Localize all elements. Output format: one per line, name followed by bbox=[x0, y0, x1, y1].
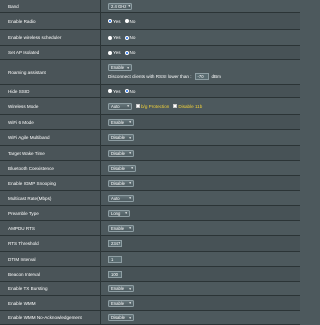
tx-bursting-label: Enable TX Bursting bbox=[0, 282, 101, 295]
row-beacon: Beacon Interval 100 bbox=[0, 267, 300, 282]
wifi6-mode-select[interactable]: Enable ▾ bbox=[108, 118, 134, 126]
roaming-assistant-select[interactable]: Enable ▾ bbox=[108, 64, 132, 71]
roaming-assistant-label: Roaming assistant bbox=[0, 60, 101, 84]
chevron-down-icon: ▾ bbox=[129, 120, 131, 124]
ap-isolated-no[interactable]: No bbox=[124, 50, 135, 55]
rts-threshold-input[interactable]: 2347 bbox=[108, 240, 122, 247]
tx-bursting-select[interactable]: Enable ▾ bbox=[108, 285, 134, 292]
igmp-label: Enable IGMP Snooping bbox=[0, 176, 101, 190]
row-ap-isolated: Set AP Isolated Yes No bbox=[0, 46, 300, 60]
rts-threshold-label: RTS Threshold bbox=[0, 236, 101, 251]
row-tx-bursting: Enable TX Bursting Enable ▾ bbox=[0, 282, 300, 296]
row-wmm: Enable WMM Enable ▾ bbox=[0, 296, 300, 311]
row-wireless-mode: Wireless Mode Auto ▾ b/g Protection Disab… bbox=[0, 98, 300, 115]
chevron-down-icon: ▾ bbox=[129, 301, 131, 305]
chevron-down-icon: ▾ bbox=[127, 65, 129, 70]
chevron-down-icon: ▾ bbox=[129, 151, 131, 155]
row-wifi6-mode: WiFi 6 Mode Enable ▾ bbox=[0, 115, 300, 130]
dtim-label: DTIM Interval bbox=[0, 252, 101, 266]
wifi-agile-select[interactable]: Disable ▾ bbox=[108, 134, 134, 141]
hide-ssid-label: Hide SSID bbox=[0, 85, 101, 97]
multicast-label: Multicast Rate(Mbps) bbox=[0, 191, 101, 205]
wireless-scheduler-no[interactable]: No bbox=[124, 35, 135, 40]
enable-radio-no[interactable]: No bbox=[124, 19, 135, 24]
row-bluetooth: Bluetooth Coexistence Disable ▾ bbox=[0, 161, 300, 176]
wmm-label: Enable WMM bbox=[0, 296, 101, 310]
radio-selected-icon bbox=[124, 89, 129, 93]
band-label: Band bbox=[0, 0, 101, 12]
hide-ssid-no[interactable]: No bbox=[124, 89, 135, 94]
row-target-wake: Target Wake Time Disable ▾ bbox=[0, 146, 300, 161]
preamble-select[interactable]: Long ▾ bbox=[108, 209, 130, 217]
checkbox-icon bbox=[173, 104, 178, 108]
row-roaming-assistant: Roaming assistant Enable ▾ Disconnect cli… bbox=[0, 60, 300, 85]
multicast-select[interactable]: Auto ▾ bbox=[108, 194, 134, 202]
ap-isolated-yes[interactable]: Yes bbox=[108, 50, 121, 55]
row-preamble: Preamble Type Long ▾ bbox=[0, 206, 300, 221]
radio-selected-icon bbox=[124, 50, 129, 55]
bg-protection-checkbox[interactable]: b/g Protection bbox=[136, 104, 169, 109]
chevron-down-icon: ▾ bbox=[129, 196, 131, 200]
row-wireless-scheduler: Enable wireless scheduler Yes No bbox=[0, 30, 300, 46]
ampdu-rts-select[interactable]: Enable ▾ bbox=[108, 224, 134, 232]
wmm-select[interactable]: Enable ▾ bbox=[108, 299, 134, 307]
row-ampdu-rts: AMPDU RTS Enable ▾ bbox=[0, 221, 300, 236]
hide-ssid-yes[interactable]: Yes bbox=[108, 89, 121, 94]
target-wake-label: Target Wake Time bbox=[0, 146, 101, 160]
bluetooth-select[interactable]: Disable ▾ bbox=[108, 164, 136, 172]
row-dtim: DTIM Interval 1 bbox=[0, 252, 300, 267]
bluetooth-label: Bluetooth Coexistence bbox=[0, 161, 101, 175]
wireless-scheduler-yes[interactable]: Yes bbox=[108, 35, 121, 40]
row-rts-threshold: RTS Threshold 2347 bbox=[0, 236, 300, 252]
wireless-mode-label: Wireless Mode bbox=[0, 98, 101, 114]
radio-unselected-icon bbox=[108, 89, 112, 93]
dtim-input[interactable]: 1 bbox=[108, 255, 122, 263]
row-wifi-agile: WiFi Agile Multiband Disable ▾ bbox=[0, 130, 300, 146]
row-wmm-noack: Enable WMM No-Acknowledgement Disable ▾ bbox=[0, 311, 300, 325]
radio-unselected-icon bbox=[108, 50, 112, 55]
radio-selected-icon bbox=[124, 35, 129, 40]
roaming-note: Disconnect clients with RSSI lower than … bbox=[108, 74, 192, 79]
row-multicast: Multicast Rate(Mbps) Auto ▾ bbox=[0, 191, 300, 206]
wmm-noack-label: Enable WMM No-Acknowledgement bbox=[0, 311, 101, 324]
radio-unselected-icon bbox=[124, 19, 129, 23]
beacon-label: Beacon Interval bbox=[0, 267, 101, 281]
radio-unselected-icon bbox=[108, 35, 112, 40]
row-enable-radio: Enable Radio Yes No bbox=[0, 13, 300, 30]
row-band: Band 2.4 GHz ▾ bbox=[0, 0, 300, 13]
chevron-down-icon: ▾ bbox=[131, 166, 133, 170]
chevron-down-icon: ▾ bbox=[127, 104, 129, 108]
enable-radio-label: Enable Radio bbox=[0, 13, 101, 29]
chevron-down-icon: ▾ bbox=[129, 286, 131, 291]
chevron-down-icon: ▾ bbox=[128, 4, 131, 8]
target-wake-select[interactable]: Disable ▾ bbox=[108, 149, 134, 157]
wifi-agile-label: WiFi Agile Multiband bbox=[0, 130, 101, 145]
wmm-noack-select[interactable]: Disable ▾ bbox=[108, 314, 134, 321]
preamble-label: Preamble Type bbox=[0, 206, 101, 220]
wifi6-mode-label: WiFi 6 Mode bbox=[0, 115, 101, 129]
chevron-down-icon: ▾ bbox=[129, 135, 131, 140]
row-hide-ssid: Hide SSID Yes No bbox=[0, 85, 300, 98]
disable-11b-checkbox[interactable]: Disable 11b bbox=[173, 104, 202, 109]
ap-isolated-label: Set AP Isolated bbox=[0, 46, 101, 59]
igmp-select[interactable]: Disable ▾ bbox=[108, 179, 134, 187]
chevron-down-icon: ▾ bbox=[129, 226, 131, 230]
chevron-down-icon: ▾ bbox=[125, 211, 127, 215]
chevron-down-icon: ▾ bbox=[129, 315, 131, 320]
rssi-input[interactable]: -70 bbox=[194, 73, 209, 80]
rssi-unit: dBm bbox=[211, 74, 221, 79]
row-igmp: Enable IGMP Snooping Disable ▾ bbox=[0, 176, 300, 191]
enable-radio-yes[interactable]: Yes bbox=[108, 19, 121, 24]
wireless-professional-settings: Band 2.4 GHz ▾ Enable Radio Yes No Enable… bbox=[0, 0, 300, 325]
ampdu-rts-label: AMPDU RTS bbox=[0, 221, 101, 235]
beacon-input[interactable]: 100 bbox=[108, 270, 122, 278]
band-select[interactable]: 2.4 GHz ▾ bbox=[108, 2, 132, 10]
chevron-down-icon: ▾ bbox=[129, 181, 131, 185]
wireless-mode-select[interactable]: Auto ▾ bbox=[108, 102, 132, 110]
checkbox-icon bbox=[136, 104, 140, 108]
wireless-scheduler-label: Enable wireless scheduler bbox=[0, 30, 101, 45]
radio-selected-icon bbox=[108, 19, 112, 23]
